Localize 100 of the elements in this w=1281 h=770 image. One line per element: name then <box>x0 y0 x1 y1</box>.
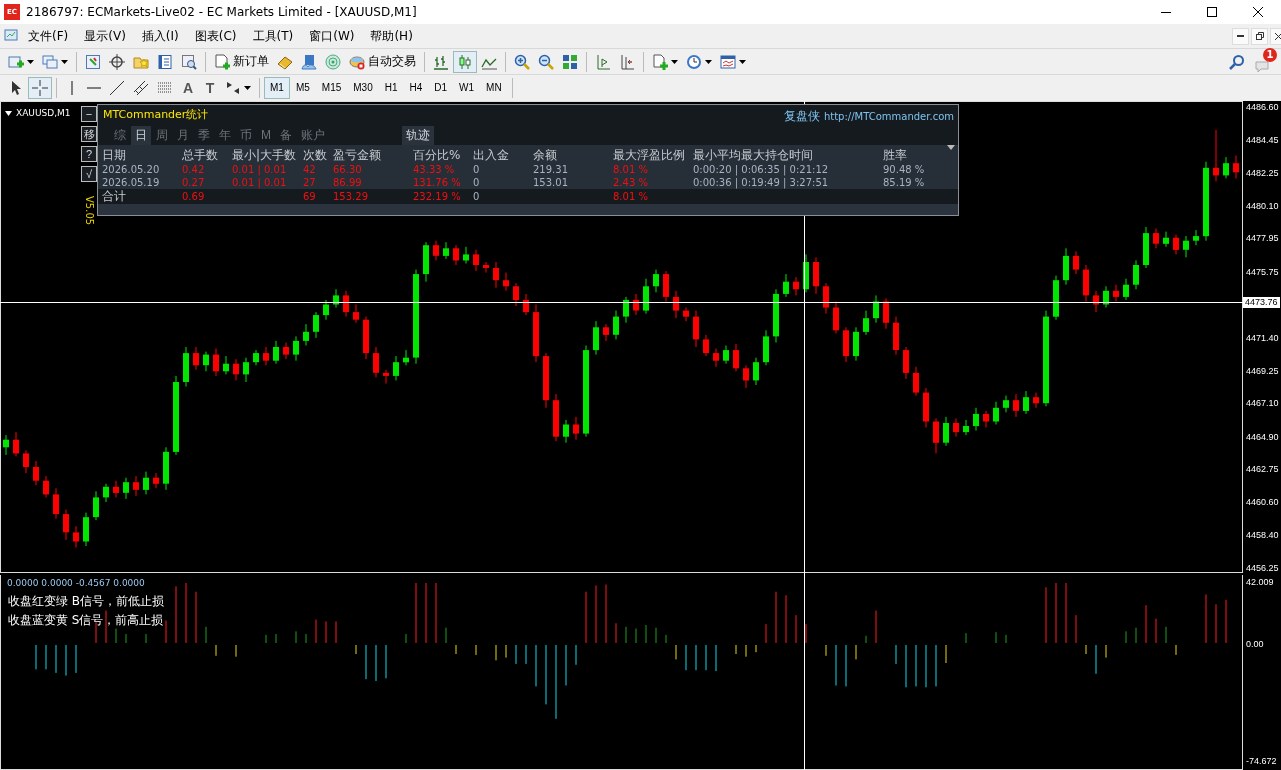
timeframe-button[interactable]: MN <box>480 76 508 99</box>
indicator-note: 收盘蓝变黄 S信号，前高止损 <box>8 612 165 628</box>
period-tab[interactable]: 币 <box>236 125 256 145</box>
period-tab[interactable]: 月 <box>173 125 193 145</box>
period-tab[interactable]: 季 <box>194 125 214 145</box>
website-link[interactable]: http://MTCommander.com <box>823 110 954 122</box>
brand-label: 复盘侠 <box>783 107 820 125</box>
total-cell-text: 合计 <box>102 190 127 203</box>
panel-side-button[interactable]: √ <box>81 166 97 182</box>
table-cell-text: 86.99 <box>333 176 363 189</box>
total-cell-text: 0.69 <box>182 190 206 203</box>
menu-item[interactable]: 显示(V) <box>76 25 134 47</box>
column-header: 最大浮盈比例 <box>613 148 686 163</box>
table-cell-text: 90.48 % <box>883 163 926 176</box>
timeframe-button[interactable]: D1 <box>428 76 454 99</box>
price-axis-label: 4467.10 <box>1245 398 1279 408</box>
indicator-axis-label: -74.672 <box>1245 756 1277 766</box>
column-header: 总手数 <box>182 148 219 163</box>
period-tab[interactable]: 账户 <box>297 125 329 145</box>
period-tab[interactable]: 年 <box>215 125 235 145</box>
text-tool-button[interactable]: A <box>177 76 199 99</box>
menu-item[interactable]: 插入(I) <box>133 25 187 47</box>
indicator-axis-label: 42.009 <box>1245 577 1274 587</box>
table-cell-text: 219.31 <box>533 163 569 176</box>
table-cell-text: 0 <box>473 176 481 189</box>
table-cell-text: 0.42 <box>182 163 206 176</box>
table-cell-text: 131.76 % <box>413 176 462 189</box>
timeframe-button[interactable]: M1 <box>264 76 290 99</box>
column-header: 余额 <box>533 148 558 163</box>
price-axis-label: 4480.10 <box>1245 201 1279 211</box>
table-cell-text: 0:00:20 | 0:06:35 | 0:21:12 <box>693 163 830 176</box>
table-cell-text: 0.01 | 0.01 <box>232 176 288 189</box>
menu-item[interactable]: 窗口(W) <box>301 25 363 47</box>
price-axis-label: 4471.40 <box>1245 333 1279 343</box>
table-cell-text: 2.43 % <box>613 176 649 189</box>
timeframe-button[interactable]: M5 <box>289 76 316 99</box>
symbol-label: XAUUSD,M1 <box>16 108 71 118</box>
period-tab[interactable]: 日 <box>131 125 151 145</box>
price-axis-label: 4486.60 <box>1245 102 1279 112</box>
price-axis-label: 4460.60 <box>1245 497 1279 507</box>
price-axis-label: 4482.25 <box>1245 168 1279 178</box>
column-header: 盈亏金额 <box>333 148 382 163</box>
total-cell-text: 153.29 <box>333 190 369 203</box>
indicator-axis-label: 0.00 <box>1245 639 1264 649</box>
column-header: 次数 <box>303 148 328 163</box>
table-cell-text: 8.01 % <box>613 163 649 176</box>
timeframe-button[interactable]: M15 <box>315 76 348 99</box>
period-tab[interactable]: 备 <box>276 125 296 145</box>
timeframe-button[interactable]: H4 <box>403 76 429 99</box>
total-cell-text: 232.19 % <box>413 190 462 203</box>
total-cell-text: 8.01 % <box>613 190 649 203</box>
price-axis-label: 4464.90 <box>1245 432 1279 442</box>
panel-side-button[interactable]: − <box>81 106 97 122</box>
price-axis-label: 4456.25 <box>1245 563 1279 573</box>
version-label: V5.05 <box>83 196 95 226</box>
price-axis-label: 4475.75 <box>1245 267 1279 277</box>
column-header: 最小平均最大持仓时间 <box>693 148 814 163</box>
timeframe-button[interactable]: H1 <box>378 76 404 99</box>
table-cell-text: 27 <box>303 176 317 189</box>
menu-item[interactable]: 图表(C) <box>186 25 245 47</box>
text-label-tool-button[interactable]: T <box>199 76 221 99</box>
period-tab[interactable]: 周 <box>152 125 172 145</box>
menu-item[interactable]: 工具(T) <box>244 25 302 47</box>
column-header: 胜率 <box>883 148 908 163</box>
column-header: 最小|大手数 <box>232 148 298 163</box>
indicator-values: 0.0000 0.0000 -0.4567 0.0000 <box>7 578 145 588</box>
indicator-note: 收盘红变绿 B信号，前低止损 <box>8 593 165 609</box>
notification-badge: 1 <box>1263 47 1277 62</box>
track-button[interactable]: 轨迹 <box>402 125 434 145</box>
price-axis-label: 4462.75 <box>1245 464 1279 474</box>
window-title: 2186797: ECMarkets-Live02 - EC Markets Limited - [XAUUSD,M1] <box>26 5 418 19</box>
column-header: 百分比% <box>413 148 462 163</box>
timeframe-button[interactable]: M30 <box>347 76 379 99</box>
column-header: 日期 <box>102 148 127 163</box>
table-cell-text: 2026.05.20 <box>102 163 161 176</box>
total-cell-text: 0 <box>473 190 481 203</box>
panel-title: MTCommander统计 <box>103 107 209 123</box>
period-tab[interactable]: M <box>257 127 275 143</box>
price-axis-label: 4484.45 <box>1245 135 1279 145</box>
column-header: 出入金 <box>473 148 510 163</box>
table-cell-text: 43.33 % <box>413 163 456 176</box>
menu-item[interactable]: 文件(F) <box>20 25 77 47</box>
table-cell-text: 2026.05.19 <box>102 176 161 189</box>
table-cell-text: 0.27 <box>182 176 206 189</box>
table-cell-text: 85.19 % <box>883 176 926 189</box>
table-cell-text: 0 <box>473 163 481 176</box>
period-tab[interactable]: 综 <box>110 125 130 145</box>
table-cell-text: 0:00:36 | 0:19:49 | 3:27:51 <box>693 176 830 189</box>
table-cell-text: 153.01 <box>533 176 569 189</box>
table-cell-text: 66.30 <box>333 163 363 176</box>
robot-stop-button[interactable]: 自动交易 <box>345 50 420 73</box>
menu-item[interactable]: 帮助(H) <box>362 25 421 47</box>
table-cell-text: 42 <box>303 163 317 176</box>
table-cell-text: 0.01 | 0.01 <box>232 163 288 176</box>
panel-side-button[interactable]: 移 <box>81 126 97 142</box>
panel-side-button[interactable]: ? <box>81 146 97 162</box>
price-axis-label: 4477.95 <box>1245 233 1279 243</box>
timeframe-button[interactable]: W1 <box>453 76 481 99</box>
total-cell-text: 69 <box>303 190 317 203</box>
new-order-button[interactable]: 新订单 <box>210 50 273 73</box>
